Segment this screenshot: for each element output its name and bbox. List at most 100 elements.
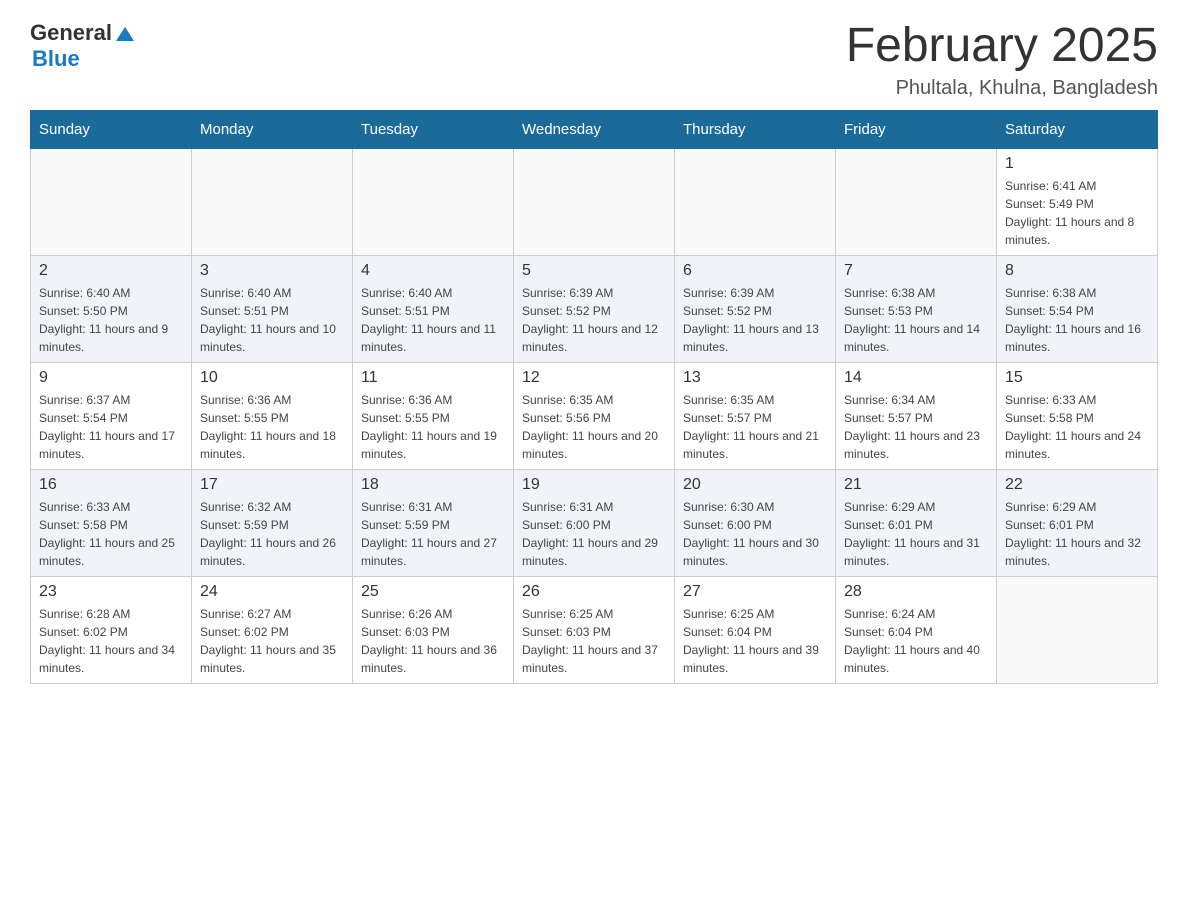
calendar-week-row: 9 Sunrise: 6:37 AM Sunset: 5:54 PM Daylig… bbox=[31, 362, 1158, 469]
day-info: Sunrise: 6:31 AM Sunset: 6:00 PM Dayligh… bbox=[522, 498, 666, 570]
calendar-cell: 23 Sunrise: 6:28 AM Sunset: 6:02 PM Dayli… bbox=[31, 576, 192, 683]
day-number: 24 bbox=[200, 583, 344, 601]
day-of-week-header: Wednesday bbox=[514, 110, 675, 148]
day-info: Sunrise: 6:25 AM Sunset: 6:04 PM Dayligh… bbox=[683, 605, 827, 677]
calendar-cell: 24 Sunrise: 6:27 AM Sunset: 6:02 PM Dayli… bbox=[192, 576, 353, 683]
calendar-cell: 27 Sunrise: 6:25 AM Sunset: 6:04 PM Dayli… bbox=[675, 576, 836, 683]
calendar-header-row: SundayMondayTuesdayWednesdayThursdayFrid… bbox=[31, 110, 1158, 148]
day-info: Sunrise: 6:27 AM Sunset: 6:02 PM Dayligh… bbox=[200, 605, 344, 677]
day-info: Sunrise: 6:32 AM Sunset: 5:59 PM Dayligh… bbox=[200, 498, 344, 570]
calendar-cell bbox=[353, 148, 514, 255]
calendar-cell bbox=[997, 576, 1158, 683]
day-info: Sunrise: 6:28 AM Sunset: 6:02 PM Dayligh… bbox=[39, 605, 183, 677]
day-number: 1 bbox=[1005, 155, 1149, 173]
day-of-week-header: Sunday bbox=[31, 110, 192, 148]
day-number: 10 bbox=[200, 369, 344, 387]
day-info: Sunrise: 6:25 AM Sunset: 6:03 PM Dayligh… bbox=[522, 605, 666, 677]
day-number: 11 bbox=[361, 369, 505, 387]
day-number: 19 bbox=[522, 476, 666, 494]
day-of-week-header: Tuesday bbox=[353, 110, 514, 148]
day-info: Sunrise: 6:36 AM Sunset: 5:55 PM Dayligh… bbox=[200, 391, 344, 463]
calendar-cell: 25 Sunrise: 6:26 AM Sunset: 6:03 PM Dayli… bbox=[353, 576, 514, 683]
calendar-cell: 16 Sunrise: 6:33 AM Sunset: 5:58 PM Dayli… bbox=[31, 469, 192, 576]
day-number: 3 bbox=[200, 262, 344, 280]
day-info: Sunrise: 6:39 AM Sunset: 5:52 PM Dayligh… bbox=[522, 284, 666, 356]
calendar-cell: 4 Sunrise: 6:40 AM Sunset: 5:51 PM Daylig… bbox=[353, 255, 514, 362]
calendar-cell: 3Sunrise: 6:40 AM Sunset: 5:51 PM Daylig… bbox=[192, 255, 353, 362]
calendar-cell: 13 Sunrise: 6:35 AM Sunset: 5:57 PM Dayli… bbox=[675, 362, 836, 469]
day-number: 13 bbox=[683, 369, 827, 387]
calendar-cell: 5Sunrise: 6:39 AM Sunset: 5:52 PM Daylig… bbox=[514, 255, 675, 362]
calendar-cell: 10 Sunrise: 6:36 AM Sunset: 5:55 PM Dayli… bbox=[192, 362, 353, 469]
calendar-cell: 11Sunrise: 6:36 AM Sunset: 5:55 PM Dayli… bbox=[353, 362, 514, 469]
calendar-cell: 21Sunrise: 6:29 AM Sunset: 6:01 PM Dayli… bbox=[836, 469, 997, 576]
day-info: Sunrise: 6:24 AM Sunset: 6:04 PM Dayligh… bbox=[844, 605, 988, 677]
day-info: Sunrise: 6:31 AM Sunset: 5:59 PM Dayligh… bbox=[361, 498, 505, 570]
calendar-cell: 22 Sunrise: 6:29 AM Sunset: 6:01 PM Dayli… bbox=[997, 469, 1158, 576]
page-header: General Blue February 2025 Phultala, Khu… bbox=[30, 20, 1158, 100]
day-info: Sunrise: 6:34 AM Sunset: 5:57 PM Dayligh… bbox=[844, 391, 988, 463]
day-number: 16 bbox=[39, 476, 183, 494]
day-info: Sunrise: 6:30 AM Sunset: 6:00 PM Dayligh… bbox=[683, 498, 827, 570]
day-number: 20 bbox=[683, 476, 827, 494]
calendar-cell bbox=[514, 148, 675, 255]
day-number: 8 bbox=[1005, 262, 1149, 280]
calendar-cell: 9 Sunrise: 6:37 AM Sunset: 5:54 PM Daylig… bbox=[31, 362, 192, 469]
day-info: Sunrise: 6:26 AM Sunset: 6:03 PM Dayligh… bbox=[361, 605, 505, 677]
day-number: 6 bbox=[683, 262, 827, 280]
calendar-week-row: 2 Sunrise: 6:40 AM Sunset: 5:50 PM Daylig… bbox=[31, 255, 1158, 362]
day-info: Sunrise: 6:40 AM Sunset: 5:51 PM Dayligh… bbox=[361, 284, 505, 356]
day-info: Sunrise: 6:38 AM Sunset: 5:54 PM Dayligh… bbox=[1005, 284, 1149, 356]
day-info: Sunrise: 6:35 AM Sunset: 5:56 PM Dayligh… bbox=[522, 391, 666, 463]
day-of-week-header: Saturday bbox=[997, 110, 1158, 148]
day-number: 12 bbox=[522, 369, 666, 387]
day-info: Sunrise: 6:35 AM Sunset: 5:57 PM Dayligh… bbox=[683, 391, 827, 463]
day-of-week-header: Thursday bbox=[675, 110, 836, 148]
day-number: 17 bbox=[200, 476, 344, 494]
calendar-table: SundayMondayTuesdayWednesdayThursdayFrid… bbox=[30, 110, 1158, 684]
logo-blue: Blue bbox=[32, 46, 80, 72]
day-info: Sunrise: 6:29 AM Sunset: 6:01 PM Dayligh… bbox=[1005, 498, 1149, 570]
calendar-cell bbox=[675, 148, 836, 255]
day-number: 7 bbox=[844, 262, 988, 280]
calendar-cell: 7 Sunrise: 6:38 AM Sunset: 5:53 PM Daylig… bbox=[836, 255, 997, 362]
location-subtitle: Phultala, Khulna, Bangladesh bbox=[846, 77, 1158, 100]
day-number: 28 bbox=[844, 583, 988, 601]
calendar-week-row: 1 Sunrise: 6:41 AM Sunset: 5:49 PM Daylig… bbox=[31, 148, 1158, 255]
day-info: Sunrise: 6:40 AM Sunset: 5:50 PM Dayligh… bbox=[39, 284, 183, 356]
day-of-week-header: Monday bbox=[192, 110, 353, 148]
day-number: 25 bbox=[361, 583, 505, 601]
calendar-cell bbox=[31, 148, 192, 255]
day-info: Sunrise: 6:33 AM Sunset: 5:58 PM Dayligh… bbox=[1005, 391, 1149, 463]
day-of-week-header: Friday bbox=[836, 110, 997, 148]
day-info: Sunrise: 6:29 AM Sunset: 6:01 PM Dayligh… bbox=[844, 498, 988, 570]
calendar-cell: 28 Sunrise: 6:24 AM Sunset: 6:04 PM Dayli… bbox=[836, 576, 997, 683]
calendar-cell: 19 Sunrise: 6:31 AM Sunset: 6:00 PM Dayli… bbox=[514, 469, 675, 576]
day-number: 23 bbox=[39, 583, 183, 601]
day-number: 15 bbox=[1005, 369, 1149, 387]
day-info: Sunrise: 6:39 AM Sunset: 5:52 PM Dayligh… bbox=[683, 284, 827, 356]
logo: General Blue bbox=[30, 20, 136, 72]
day-number: 26 bbox=[522, 583, 666, 601]
day-number: 9 bbox=[39, 369, 183, 387]
day-info: Sunrise: 6:41 AM Sunset: 5:49 PM Dayligh… bbox=[1005, 177, 1149, 249]
day-number: 27 bbox=[683, 583, 827, 601]
calendar-cell: 2 Sunrise: 6:40 AM Sunset: 5:50 PM Daylig… bbox=[31, 255, 192, 362]
calendar-cell: 8 Sunrise: 6:38 AM Sunset: 5:54 PM Daylig… bbox=[997, 255, 1158, 362]
logo-general: General bbox=[30, 20, 112, 46]
logo-triangle-icon bbox=[114, 23, 136, 45]
day-info: Sunrise: 6:38 AM Sunset: 5:53 PM Dayligh… bbox=[844, 284, 988, 356]
day-number: 2 bbox=[39, 262, 183, 280]
day-number: 22 bbox=[1005, 476, 1149, 494]
calendar-cell: 17 Sunrise: 6:32 AM Sunset: 5:59 PM Dayli… bbox=[192, 469, 353, 576]
calendar-cell: 14Sunrise: 6:34 AM Sunset: 5:57 PM Dayli… bbox=[836, 362, 997, 469]
calendar-cell bbox=[836, 148, 997, 255]
calendar-cell: 20 Sunrise: 6:30 AM Sunset: 6:00 PM Dayli… bbox=[675, 469, 836, 576]
calendar-cell: 6 Sunrise: 6:39 AM Sunset: 5:52 PM Daylig… bbox=[675, 255, 836, 362]
calendar-cell: 18Sunrise: 6:31 AM Sunset: 5:59 PM Dayli… bbox=[353, 469, 514, 576]
day-info: Sunrise: 6:33 AM Sunset: 5:58 PM Dayligh… bbox=[39, 498, 183, 570]
day-info: Sunrise: 6:37 AM Sunset: 5:54 PM Dayligh… bbox=[39, 391, 183, 463]
day-number: 4 bbox=[361, 262, 505, 280]
title-section: February 2025 Phultala, Khulna, Banglade… bbox=[846, 20, 1158, 100]
calendar-week-row: 16 Sunrise: 6:33 AM Sunset: 5:58 PM Dayli… bbox=[31, 469, 1158, 576]
